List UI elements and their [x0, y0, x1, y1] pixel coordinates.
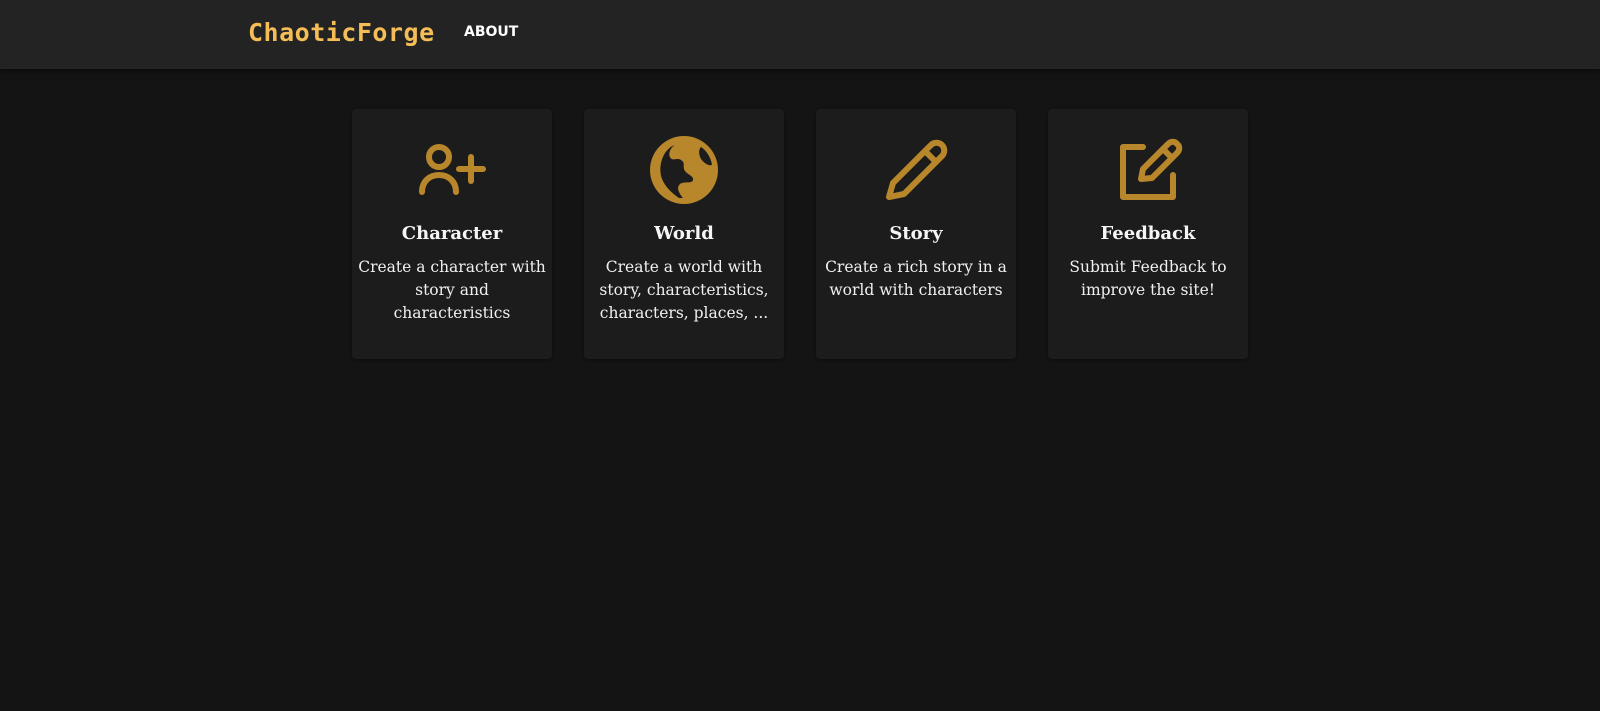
top-navbar: ChaoticForge ABOUT	[0, 0, 1600, 69]
card-character[interactable]: Character Create a character with story …	[352, 109, 552, 359]
card-feedback[interactable]: Feedback Submit Feedback to improve the …	[1048, 109, 1248, 359]
card-description: Create a world with story, characteristi…	[599, 258, 769, 322]
globe-icon	[649, 135, 719, 205]
edit-square-icon	[1113, 135, 1183, 205]
card-title: Character	[401, 223, 503, 244]
pencil-icon	[881, 135, 951, 205]
card-title: World	[654, 223, 714, 244]
card-description: Submit Feedback to improve the site!	[1069, 258, 1227, 299]
nav-about-link[interactable]: ABOUT	[464, 24, 518, 40]
card-description: Create a rich story in a world with char…	[825, 258, 1007, 299]
feature-card-grid: Character Create a character with story …	[352, 109, 1248, 359]
card-title: Story	[889, 223, 943, 244]
card-world[interactable]: World Create a world with story, charact…	[584, 109, 784, 359]
card-title: Feedback	[1100, 223, 1196, 244]
brand-logo-link[interactable]: ChaoticForge	[248, 18, 435, 47]
card-story[interactable]: Story Create a rich story in a world wit…	[816, 109, 1016, 359]
card-description: Create a character with story and charac…	[358, 258, 546, 322]
user-plus-icon	[417, 135, 487, 205]
